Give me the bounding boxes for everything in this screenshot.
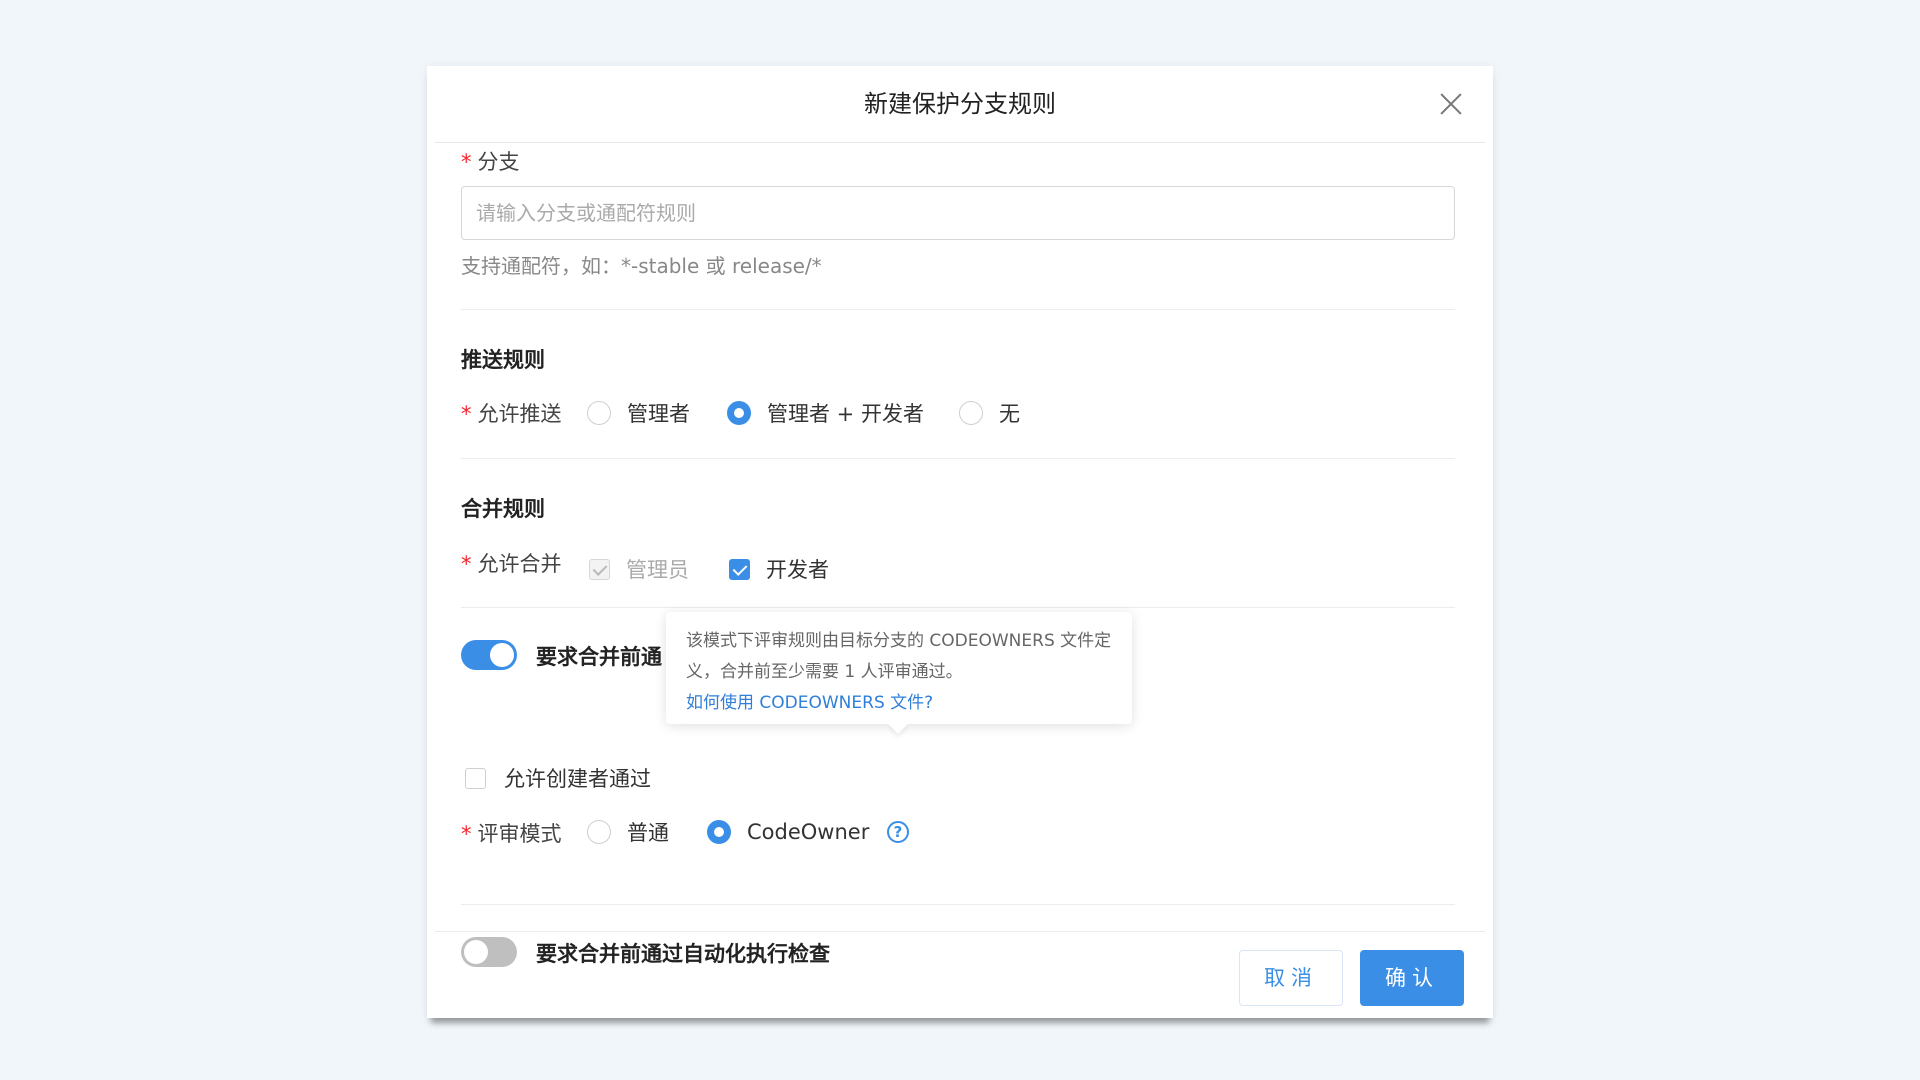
toggle-knob	[490, 643, 514, 667]
review-mode-label-row: * 评审模式	[461, 818, 562, 848]
codeowners-help-link[interactable]: 如何使用 CODEOWNERS 文件?	[686, 688, 1112, 719]
dialog-title: 新建保护分支规则	[864, 90, 1056, 118]
merge-option-admin: 管理员	[589, 554, 689, 584]
divider	[461, 607, 1455, 608]
codeowners-tooltip: 该模式下评审规则由目标分支的 CODEOWNERS 文件定义，合并前至少需要 1…	[666, 612, 1132, 724]
allow-push-label-row: * 允许推送	[461, 398, 562, 428]
toggle-knob	[464, 940, 488, 964]
merge-option-dev[interactable]: 开发者	[729, 554, 829, 584]
divider	[461, 458, 1455, 459]
allow-creator-label: 允许创建者通过	[504, 767, 651, 791]
required-mark: *	[461, 822, 472, 846]
branch-input[interactable]	[461, 186, 1455, 240]
radio-button-checked[interactable]	[707, 820, 731, 844]
review-mode-normal-label: 普通	[627, 821, 669, 845]
allow-merge-label: 允许合并	[477, 552, 562, 576]
merge-option-admin-label: 管理员	[626, 558, 689, 582]
protect-branch-dialog: 新建保护分支规则 *分支 支持通配符，如：*-stable 或 release/…	[427, 66, 1493, 1018]
allow-push-label: 允许推送	[477, 402, 562, 426]
branch-hint: 支持通配符，如：*-stable 或 release/*	[461, 254, 822, 278]
tooltip-text: 该模式下评审规则由目标分支的 CODEOWNERS 文件定义，合并前至少需要 1…	[686, 631, 1112, 682]
radio-button-checked[interactable]	[727, 401, 751, 425]
required-mark: *	[461, 402, 472, 426]
allow-merge-label-row: * 允许合并	[461, 548, 562, 578]
review-mode-codeowner-label: CodeOwner	[747, 820, 870, 844]
branch-label: 分支	[477, 150, 520, 174]
push-option-admin[interactable]: 管理者	[587, 398, 690, 428]
required-mark: *	[461, 150, 472, 174]
close-icon[interactable]	[1437, 90, 1465, 118]
divider	[461, 309, 1455, 310]
merge-option-dev-label: 开发者	[766, 558, 829, 582]
require-review-label: 要求合并前通	[536, 645, 662, 669]
merge-rules-title: 合并规则	[461, 497, 545, 521]
push-option-none-label: 无	[999, 402, 1020, 426]
review-mode-label: 评审模式	[477, 822, 562, 846]
radio-button[interactable]	[959, 401, 983, 425]
checkbox[interactable]	[465, 767, 486, 789]
push-option-admin-dev-label: 管理者 + 开发者	[767, 402, 924, 426]
help-icon[interactable]: ?	[887, 821, 909, 843]
push-option-admin-label: 管理者	[627, 402, 690, 426]
checkbox-disabled-checked	[589, 558, 610, 580]
allow-creator-option[interactable]: 允许创建者通过	[465, 763, 651, 793]
push-option-none[interactable]: 无	[959, 398, 1020, 428]
review-mode-normal[interactable]: 普通	[587, 817, 669, 847]
require-review-toggle[interactable]	[461, 640, 517, 670]
footer-divider	[435, 931, 1485, 932]
radio-button[interactable]	[587, 401, 611, 425]
push-option-admin-dev[interactable]: 管理者 + 开发者	[727, 398, 924, 428]
checkbox-checked[interactable]	[729, 558, 750, 580]
auto-check-label: 要求合并前通过自动化执行检查	[536, 942, 830, 966]
branch-label-row: * 分支	[461, 146, 520, 176]
review-mode-codeowner[interactable]: CodeOwner	[707, 817, 869, 847]
required-mark: *	[461, 552, 472, 576]
dialog-header: 新建保护分支规则	[435, 66, 1485, 143]
radio-button[interactable]	[587, 820, 611, 844]
divider	[461, 904, 1455, 905]
auto-check-toggle[interactable]	[461, 937, 517, 967]
confirm-button[interactable]: 确认	[1360, 950, 1464, 1006]
cancel-button[interactable]: 取消	[1239, 950, 1343, 1006]
push-rules-title: 推送规则	[461, 348, 545, 372]
